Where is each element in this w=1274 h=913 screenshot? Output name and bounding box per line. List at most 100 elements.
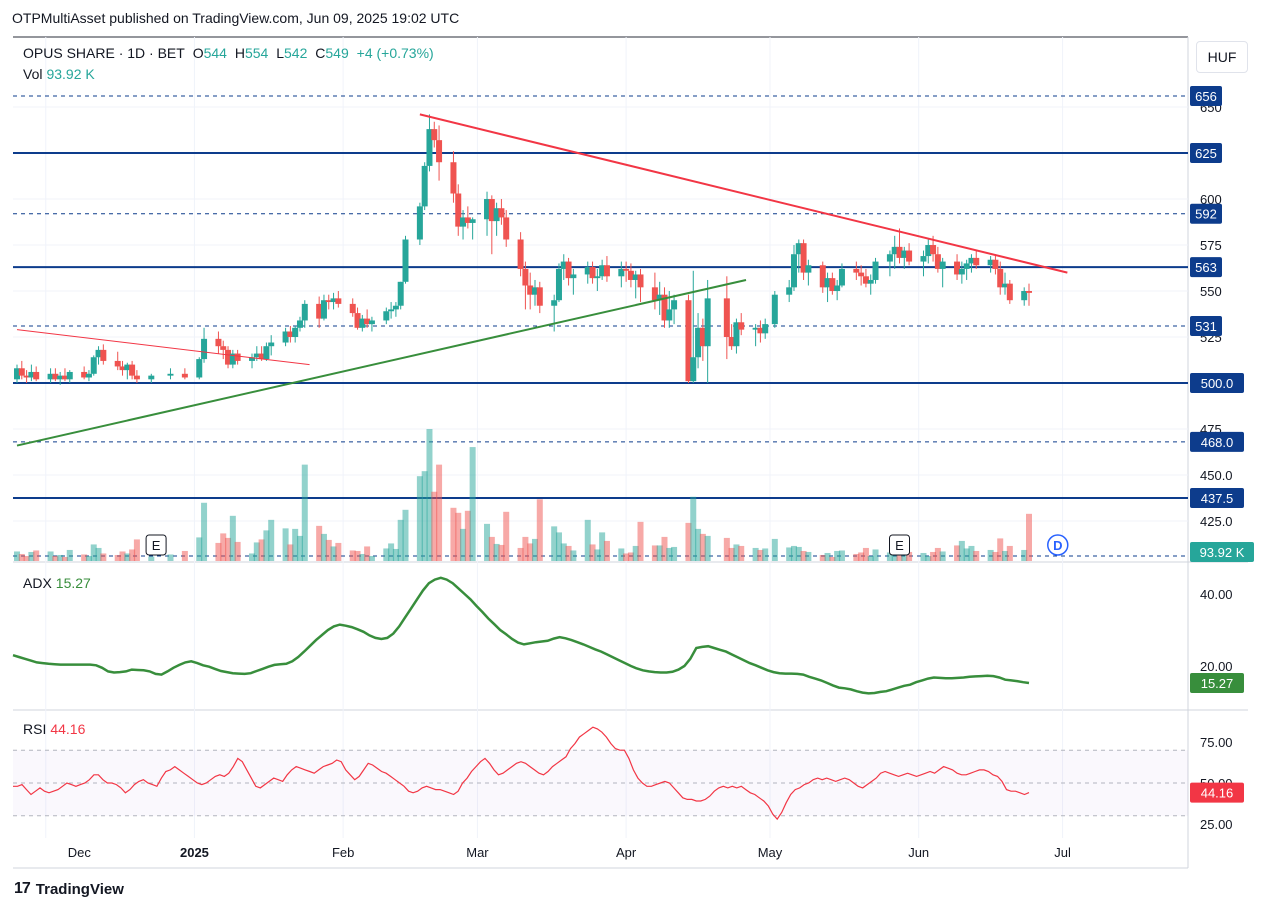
volume-legend-label: Vol: [23, 66, 43, 82]
candle-body: [671, 300, 678, 310]
candle-body: [886, 254, 893, 262]
candle-body: [805, 265, 812, 273]
candle-body: [201, 338, 208, 360]
legend-close: 549: [325, 45, 349, 61]
tradingview-brand[interactable]: 17 TradingView: [14, 880, 124, 898]
candle-body: [220, 346, 227, 350]
candle-body: [503, 217, 510, 240]
candle-body: [853, 268, 860, 273]
candle-body: [66, 371, 73, 380]
level-tag-label: 592: [1195, 207, 1217, 222]
candle-body: [930, 245, 937, 255]
volume-bar: [872, 549, 879, 561]
volume-bar: [167, 554, 174, 561]
time-tick-label: Jun: [908, 845, 929, 860]
legend-high-label: H: [234, 45, 245, 61]
legend-open-label: O: [192, 45, 204, 61]
candle-body: [771, 294, 778, 325]
candle-body: [551, 300, 558, 306]
candle-body: [349, 303, 356, 314]
rsi-legend-value: 44.16: [50, 721, 86, 737]
candle-body: [431, 129, 438, 141]
candle-body: [555, 268, 562, 301]
level-tag-label: 625: [1195, 146, 1217, 161]
earnings-marker-label: E: [152, 538, 161, 553]
candle-body: [973, 257, 980, 266]
level-tag-label: 531: [1195, 319, 1217, 334]
candle-body: [301, 303, 308, 321]
candle-body: [402, 239, 409, 282]
rsi-legend-label: RSI: [23, 721, 47, 737]
volume-bar: [704, 535, 711, 561]
candle-body: [388, 309, 395, 312]
level-tag-label: 563: [1195, 260, 1217, 275]
candle-body: [416, 206, 423, 240]
time-tick-label: 2025: [180, 845, 209, 860]
candle-body: [167, 373, 174, 376]
volume-bar: [603, 540, 610, 561]
volume-bar: [1006, 545, 1013, 561]
candle-body: [834, 285, 841, 292]
volume-bar: [436, 464, 443, 561]
volume-bar: [805, 551, 812, 561]
legend-low-label: L: [276, 45, 285, 61]
brand-label: TradingView: [35, 880, 124, 898]
candle-body: [762, 324, 769, 334]
candle-body: [939, 261, 946, 269]
volume-bar: [637, 521, 644, 561]
price-tick-label: 425.0: [1200, 514, 1233, 529]
candle-body: [215, 338, 222, 347]
candle-body: [920, 256, 927, 262]
adx-pane: [13, 562, 1188, 710]
legend-close-label: C: [315, 45, 326, 61]
volume-bar: [973, 550, 980, 561]
price-tick-label: 550: [1200, 284, 1222, 299]
candle-body: [963, 263, 970, 269]
candle-body: [421, 165, 428, 207]
volume-bar: [536, 499, 543, 561]
chart-canvas[interactable]: 650600575550525475450.0425.040.0020.0075…: [0, 0, 1274, 913]
candle-body: [85, 373, 92, 378]
candle-body: [383, 311, 390, 321]
candle-body: [1026, 291, 1032, 293]
time-tick-label: May: [758, 845, 783, 860]
volume-bar: [1026, 513, 1032, 561]
volume-bar: [268, 519, 275, 561]
adx-tick-label: 20.00: [1200, 659, 1233, 674]
candle-body: [133, 375, 140, 380]
candle-body: [292, 327, 299, 338]
candle-body: [469, 219, 476, 223]
level-tag-label: 500.0: [1201, 376, 1234, 391]
dividend-marker-label: D: [1053, 538, 1062, 553]
legend-high: 554: [244, 45, 269, 61]
volume-bar: [738, 545, 745, 561]
rsi-value-tag-label: 44.16: [1201, 786, 1234, 801]
tradingview-logo-icon: 17: [14, 880, 31, 897]
candle-body: [114, 360, 121, 367]
candle-body: [867, 279, 874, 284]
level-tag-label: 437.5: [1201, 491, 1234, 506]
price-tick-label: 575: [1200, 238, 1222, 253]
candle-body: [603, 265, 610, 277]
adx-legend: ADX 15.27: [23, 575, 95, 591]
candle-body: [148, 375, 155, 380]
volume-bar: [503, 511, 510, 561]
volume-legend-value: 93.92 K: [46, 66, 95, 82]
candle-body: [517, 239, 524, 269]
volume-bar: [66, 549, 73, 561]
candle-body: [536, 287, 543, 306]
volume-bar: [838, 550, 845, 561]
candle-body: [623, 268, 630, 271]
candle-body: [570, 274, 577, 279]
candle-body: [790, 254, 797, 288]
price-tick-label: 450.0: [1200, 468, 1233, 483]
volume-bar: [335, 542, 342, 561]
candle-body: [958, 268, 965, 275]
candle-body: [1006, 283, 1013, 301]
candle-body: [268, 342, 275, 347]
volume-bar: [771, 538, 778, 561]
main-legend: OPUS SHARE · 1D · BET O544 H554 L542 C54…: [23, 45, 438, 61]
volume-bar: [402, 509, 409, 561]
earnings-marker-label: E: [895, 538, 904, 553]
volume-bar: [33, 550, 40, 561]
